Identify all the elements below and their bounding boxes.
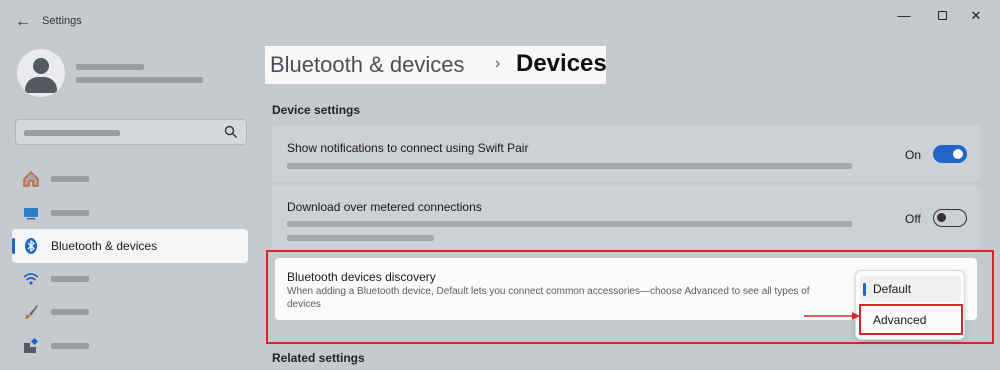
page-title: Devices [516,50,607,77]
redacted-label [51,276,89,282]
sidebar-item-network[interactable] [12,262,248,296]
avatar-body [25,77,57,93]
apps-icon [24,337,39,353]
card-title: Download over metered connections [287,200,482,214]
avatar[interactable] [17,49,65,97]
system-icon [24,208,38,220]
swift-pair-card: Show notifications to connect using Swif… [272,125,980,182]
annotation-advanced-box [859,304,963,335]
search-icon [224,125,237,138]
redacted-label [51,210,89,216]
search-input[interactable] [15,119,247,145]
card-title: Show notifications to connect using Swif… [287,141,529,155]
toggle-state-label: On [905,148,922,162]
toggle-state-label: Off [905,212,921,226]
maximize-icon [937,11,947,20]
selected-indicator [863,283,866,296]
avatar-head [33,58,49,74]
sidebar-item-home[interactable] [12,162,248,196]
toggle-knob [937,213,946,222]
redacted-email [76,77,203,83]
bluetooth-icon [25,238,37,254]
back-arrow-icon[interactable]: ← [12,12,34,32]
sidebar-item-system[interactable] [12,196,248,230]
sidebar-item-label: Bluetooth & devices [51,239,158,253]
sidebar-item-apps[interactable] [12,329,248,363]
redacted-search-placeholder [24,130,120,136]
metered-toggle[interactable] [933,209,967,227]
option-label: Default [873,282,912,296]
swift-pair-toggle[interactable] [933,145,967,163]
redacted-label [51,343,89,349]
annotation-arrow-icon [804,312,860,320]
metered-card: Download over metered connections Off [272,185,980,249]
redacted-description [287,221,852,227]
minimize-button[interactable]: — [890,8,918,24]
brush-icon [25,305,38,319]
toggle-knob [953,149,963,159]
redacted-description [287,163,852,169]
breadcrumb: Bluetooth & devices › Devices [265,46,607,84]
home-icon [23,171,39,187]
redacted-label [51,309,89,315]
active-indicator [12,238,15,254]
section-title-related-settings: Related settings [272,351,365,365]
close-button[interactable]: ✕ [962,8,990,24]
redacted-username [76,64,144,70]
redacted-label [51,176,89,182]
app-title: Settings [42,15,82,27]
sidebar-item-bluetooth[interactable]: Bluetooth & devices [12,229,248,263]
breadcrumb-parent[interactable]: Bluetooth & devices [270,52,464,78]
sidebar-item-personalization[interactable] [12,295,248,329]
maximize-button[interactable] [928,8,956,24]
section-title-device-settings: Device settings [272,103,361,117]
dropdown-option-default[interactable]: Default [860,276,961,302]
chevron-right-icon: › [495,55,501,72]
redacted-description [287,235,434,241]
wifi-icon [23,273,39,285]
title-bar: ← Settings — ✕ [0,0,1000,44]
